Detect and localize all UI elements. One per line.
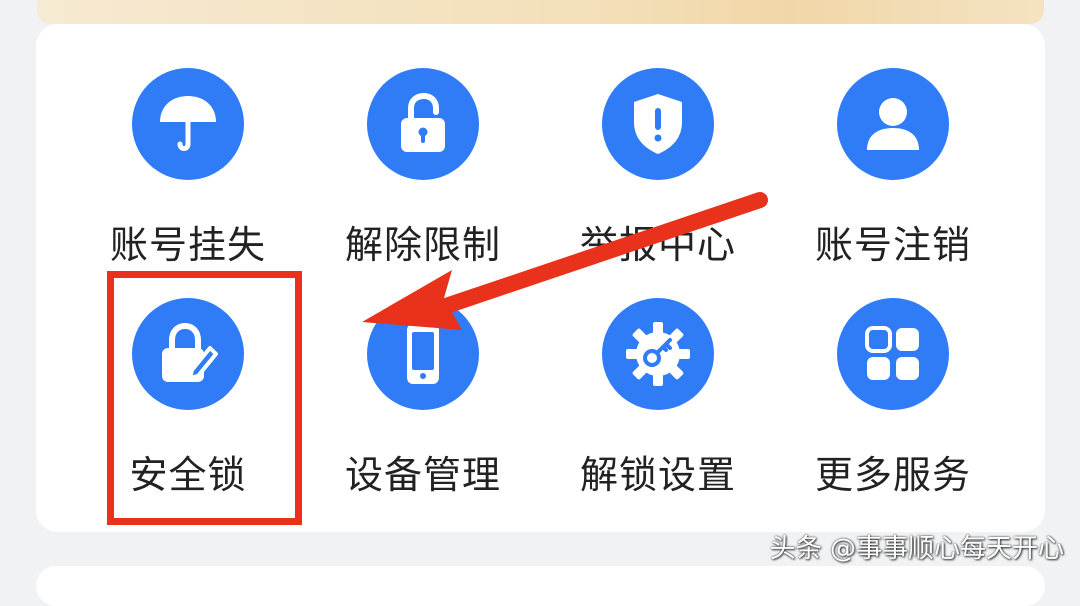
watermark: 头条 @事事顺心每天开心 xyxy=(769,534,1064,564)
annotation-arrow xyxy=(362,192,768,330)
